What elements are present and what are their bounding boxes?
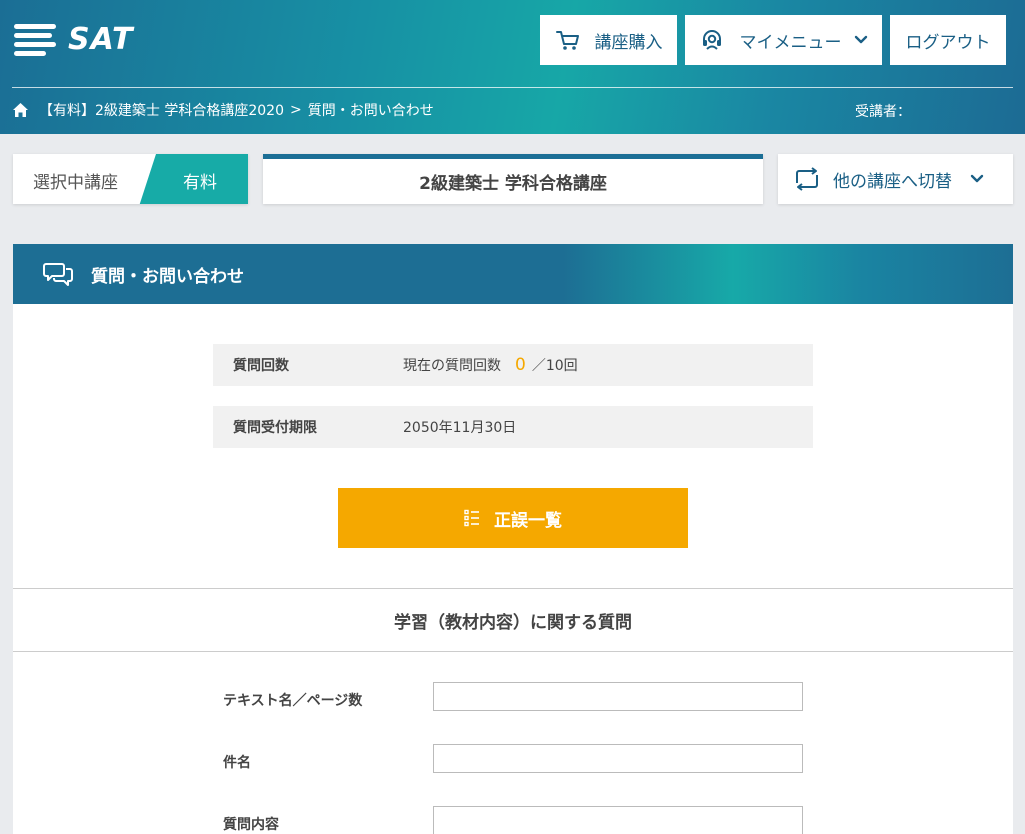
selected-course-box: 選択中講座 有料 <box>13 154 248 204</box>
switch-course-label: 他の講座へ切替 <box>833 171 952 192</box>
deadline-row: 質問受付期限 2050年11月30日 <box>213 406 813 448</box>
breadcrumb-current: 質問・お問い合わせ <box>307 103 434 119</box>
selected-course-label: 選択中講座 <box>33 173 118 193</box>
question-count-suffix: ／10回 <box>531 358 578 374</box>
student-label: 受講者： <box>855 104 911 120</box>
logo-mark-icon <box>12 23 56 57</box>
current-course-name: 2級建築士 学科合格講座 <box>263 154 763 204</box>
question-count-row: 質問回数 現在の質問回数 0 ／10回 <box>213 344 813 386</box>
section-divider-top <box>13 588 1013 589</box>
text-page-label: テキスト名／ページ数 <box>223 693 363 709</box>
inquiry-panel-body: 質問回数 現在の質問回数 0 ／10回 質問受付期限 2050年11月30日 正… <box>13 304 1013 834</box>
subject-input[interactable] <box>433 744 803 773</box>
logout-button[interactable]: ログアウト <box>890 15 1006 65</box>
errata-list-label: 正誤一覧 <box>494 510 562 531</box>
breadcrumb: 【有料】2級建築士 学科合格講座2020 > 質問・お問い合わせ <box>12 100 434 120</box>
course-name-text: 2級建築士 学科合格講座 <box>419 174 607 194</box>
purchase-course-button[interactable]: 講座購入 <box>540 15 677 65</box>
panel-title: 質問・お問い合わせ <box>91 266 244 287</box>
question-count-value: 現在の質問回数 0 ／10回 <box>403 355 578 375</box>
cart-icon <box>555 31 579 50</box>
text-page-input[interactable] <box>433 682 803 711</box>
question-count-label: 質問回数 <box>233 358 289 374</box>
switch-course-button[interactable]: 他の講座へ切替 <box>778 154 1013 204</box>
chevron-down-icon <box>854 35 867 44</box>
section-title: 学習（教材内容）に関する質問 <box>394 613 632 633</box>
section-divider-bottom <box>13 651 1013 652</box>
site-header: SAT 講座購入 マイメニュー ログアウト 【有料】2級建築士 学科合格講座20… <box>0 0 1025 134</box>
chevron-down-icon <box>970 174 984 183</box>
checklist-icon <box>464 509 479 527</box>
paid-tag: 有料 <box>183 173 217 193</box>
deadline-label: 質問受付期限 <box>233 420 317 436</box>
question-content-textarea[interactable] <box>433 806 803 834</box>
errata-list-button[interactable]: 正誤一覧 <box>338 488 688 548</box>
question-count-current: 0 <box>515 355 526 375</box>
purchase-course-label: 講座購入 <box>594 32 663 53</box>
question-count-prefix: 現在の質問回数 <box>403 358 501 374</box>
my-menu-label: マイメニュー <box>739 32 842 53</box>
breadcrumb-course[interactable]: 【有料】2級建築士 学科合格講座2020 <box>39 100 284 120</box>
chat-bubbles-icon <box>43 263 73 286</box>
breadcrumb-separator: > <box>290 102 302 118</box>
home-icon[interactable] <box>12 102 29 118</box>
question-content-label: 質問内容 <box>223 817 279 833</box>
switch-arrows-icon <box>796 167 818 191</box>
logo-text: SAT <box>68 22 134 57</box>
inquiry-panel-header: 質問・お問い合わせ <box>13 244 1013 304</box>
sat-logo[interactable]: SAT <box>12 22 133 57</box>
logout-label: ログアウト <box>905 32 991 53</box>
header-divider <box>12 87 1013 88</box>
headset-icon <box>702 30 721 50</box>
deadline-value: 2050年11月30日 <box>403 420 517 436</box>
my-menu-button[interactable]: マイメニュー <box>685 15 882 65</box>
subject-label: 件名 <box>223 755 251 771</box>
